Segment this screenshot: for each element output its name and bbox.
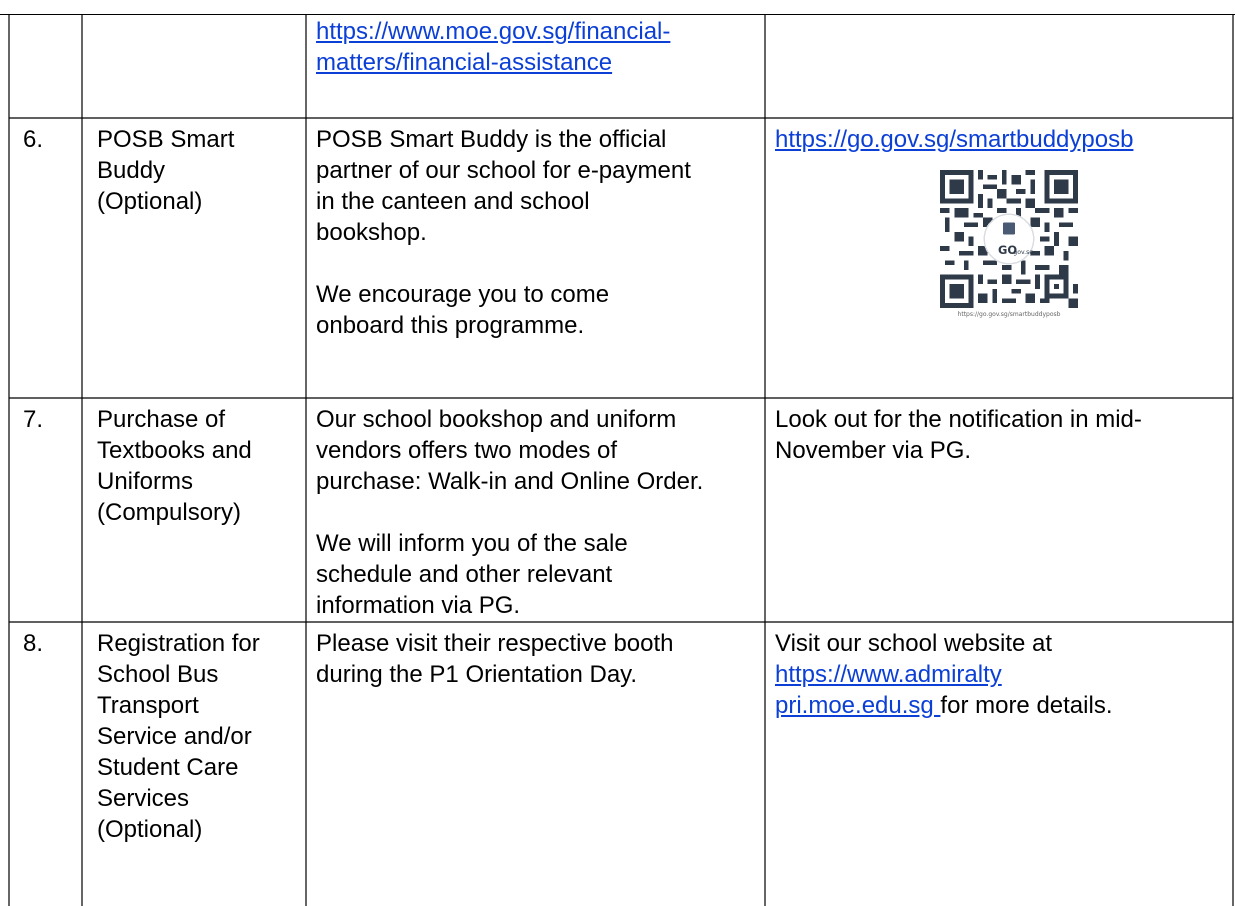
row-8-number: 8. xyxy=(23,630,44,657)
row-8-item-line: Services xyxy=(97,785,190,812)
school-website-link-line2[interactable]: pri.moe.edu.sg xyxy=(775,692,940,719)
row-8-item-line: (Optional) xyxy=(97,816,203,843)
row-6-desc-line: partner of our school for e-payment xyxy=(316,157,691,184)
row-8-desc-line: Please visit their respective booth xyxy=(316,630,674,657)
financial-assistance-link-line2: matters/financial-assistance xyxy=(316,49,613,76)
school-website-link-line1[interactable]: https://www.admiralty xyxy=(775,661,1002,688)
row-7-details-line: Look out for the notification in mid- xyxy=(775,406,1142,433)
row-8-item-line: Service and/or xyxy=(97,723,252,750)
row-7-details-line: November via PG. xyxy=(775,437,972,464)
row-8-desc-line: during the P1 Orientation Day. xyxy=(316,661,638,688)
row-7-desc-line: purchase: Walk-in and Online Order. xyxy=(316,468,704,495)
row-8-details-prefix: Visit our school website at xyxy=(775,630,1053,657)
gogovsg-logo-icon xyxy=(1002,222,1016,235)
row-8-item-line: School Bus xyxy=(97,661,219,688)
financial-assistance-link-cell: https://www.moe.gov.sg/financial- matter… xyxy=(316,16,670,78)
row-6-desc-line: bookshop. xyxy=(316,219,427,246)
row-6-description: POSB Smart Buddy is the official partner… xyxy=(316,124,691,341)
row-6-number: 6. xyxy=(23,126,44,153)
row-8-details-suffix: for more details. xyxy=(940,692,1113,719)
row-7-item: Purchase of Textbooks and Uniforms (Comp… xyxy=(97,404,252,528)
row-7-item-line: (Compulsory) xyxy=(97,499,242,526)
row-6-desc-line: onboard this programme. xyxy=(316,312,585,339)
row-7-desc-line: Our school bookshop and uniform xyxy=(316,406,677,433)
qr-logo-subtext: gov.sg xyxy=(1013,249,1033,256)
row-8-item: Registration for School Bus Transport Se… xyxy=(97,628,260,845)
row-6-item: POSB Smart Buddy (Optional) xyxy=(97,124,234,217)
qr-caption: https://go.gov.sg/smartbuddyposb xyxy=(957,311,1061,318)
row-7-description: Our school bookshop and uniform vendors … xyxy=(316,404,703,621)
row-6-item-line: POSB Smart xyxy=(97,126,235,153)
row-8-description: Please visit their respective booth duri… xyxy=(316,628,674,690)
row-6-item-line: (Optional) xyxy=(97,188,203,215)
financial-assistance-link[interactable]: https://www.moe.gov.sg/financial- matter… xyxy=(316,18,670,76)
row-6-desc-line: We encourage you to come xyxy=(316,281,610,308)
row-7-number: 7. xyxy=(23,406,44,433)
row-7-item-line: Uniforms xyxy=(97,468,194,495)
financial-assistance-link-line1: https://www.moe.gov.sg/financial- xyxy=(316,18,671,45)
smartbuddy-link[interactable]: https://go.gov.sg/smartbuddyposb xyxy=(775,126,1133,153)
row-8-item-line: Transport xyxy=(97,692,199,719)
row-7-item-line: Purchase of xyxy=(97,406,226,433)
row-7-details: Look out for the notification in mid- No… xyxy=(775,404,1142,466)
row-8-item-line: Registration for xyxy=(97,630,260,657)
row-8-item-line: Student Care xyxy=(97,754,239,781)
row-7-item-line: Textbooks and xyxy=(97,437,252,464)
row-6-desc-line: in the canteen and school xyxy=(316,188,590,215)
row-6-desc-line: POSB Smart Buddy is the official xyxy=(316,126,667,153)
row-8-details: Visit our school website at https://www.… xyxy=(775,628,1113,721)
row-7-desc-line: information via PG. xyxy=(316,592,521,619)
qr-code[interactable]: GO gov.sg xyxy=(940,170,1078,308)
row-7-desc-line: vendors offers two modes of xyxy=(316,437,618,464)
row-6-details: https://go.gov.sg/smartbuddyposb xyxy=(775,124,1133,155)
row-7-desc-line: schedule and other relevant xyxy=(316,561,613,588)
row-6-item-line: Buddy xyxy=(97,157,166,184)
row-7-desc-line: We will inform you of the sale xyxy=(316,530,628,557)
